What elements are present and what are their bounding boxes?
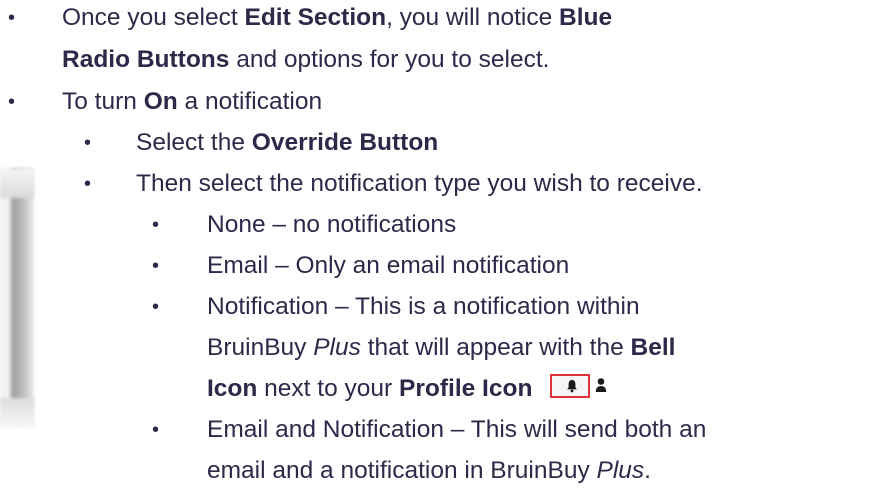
slide: • Once you select Edit Section, you will… <box>0 0 889 488</box>
bullet: • <box>152 419 160 441</box>
text-line: To turn On a notification <box>62 85 322 119</box>
text: that will appear with the <box>360 334 631 361</box>
bullet: • <box>152 296 160 318</box>
text: Select the <box>136 129 252 156</box>
text-line: BruinBuy Plus that will appear with the … <box>207 331 675 365</box>
text-line: Select the Override Button <box>136 126 438 160</box>
text: and options for you to select. <box>229 46 550 73</box>
text-bold: On <box>143 88 178 115</box>
text-line: Icon next to your Profile Icon <box>207 372 621 406</box>
bullet: • <box>8 91 16 113</box>
text-line: Email and Notification – This will send … <box>207 416 707 443</box>
icon-example <box>549 373 621 401</box>
bell-icon <box>567 379 578 392</box>
text-bold: Edit Section <box>244 4 387 31</box>
text-bold: Bell <box>630 334 676 361</box>
text: To turn <box>62 88 144 115</box>
text: BruinBuy <box>207 334 314 361</box>
text-line: Then select the notification type you wi… <box>136 170 703 197</box>
text-bold: Radio Buttons <box>62 46 230 73</box>
text-bold: Override Button <box>251 129 439 156</box>
text: . <box>644 457 651 484</box>
bell-highlight <box>550 373 591 398</box>
text-line: email and a notification in BruinBuy Plu… <box>207 454 651 488</box>
text-bold: Profile Icon <box>399 375 533 402</box>
screenshot-fragment-bottom <box>0 398 34 428</box>
text-italic: Plus <box>596 457 645 484</box>
bullet: • <box>84 132 92 154</box>
text-line: Radio Buttons and options for you to sel… <box>62 43 549 77</box>
screenshot-fragment <box>0 168 34 426</box>
text: email and a notification in BruinBuy <box>207 457 597 484</box>
screenshot-fragment-top <box>0 168 34 198</box>
text-line: Notification – This is a notification wi… <box>207 293 640 320</box>
text-italic: Plus <box>313 334 361 361</box>
text-line: Email – Only an email notification <box>207 252 570 279</box>
text-bold: Blue <box>559 4 613 31</box>
bullet: • <box>84 173 92 195</box>
text-line: Once you select Edit Section, you will n… <box>62 1 612 35</box>
bullet: • <box>152 255 160 277</box>
text-line: None – no notifications <box>207 211 457 238</box>
bullet: • <box>152 214 160 236</box>
text: Once you select <box>62 4 245 31</box>
text: , you will notice <box>386 4 559 31</box>
text: next to your <box>257 375 400 402</box>
bullet: • <box>8 7 16 29</box>
text: a notification <box>177 88 323 115</box>
profile-icon <box>596 377 607 392</box>
text-bold: Icon <box>207 375 258 402</box>
